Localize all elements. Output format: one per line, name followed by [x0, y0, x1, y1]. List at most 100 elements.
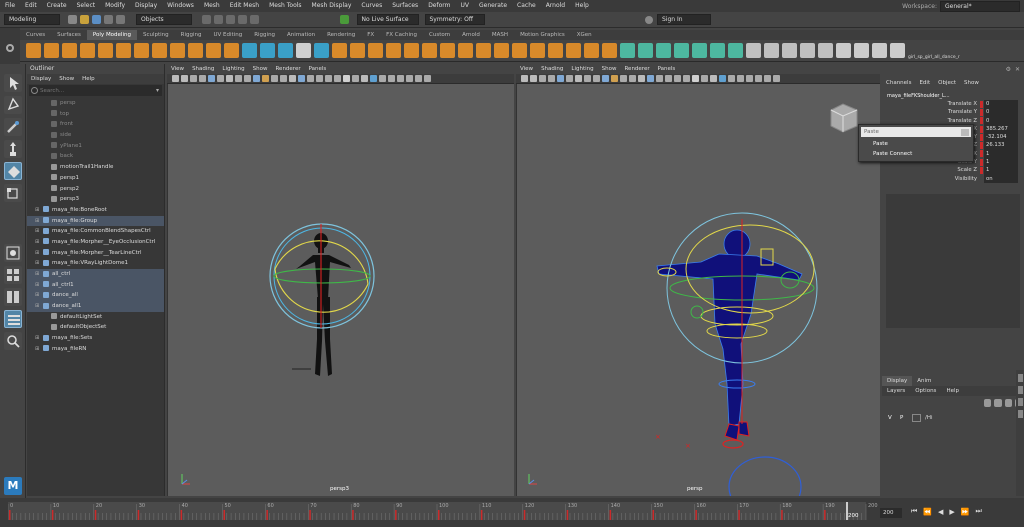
girl-1-icon[interactable] [835, 43, 851, 58]
keyframe-marker[interactable] [309, 510, 311, 520]
expand-icon[interactable]: ⊞ [35, 216, 43, 227]
expand-icon[interactable]: ⊞ [35, 290, 43, 301]
channel-attr-value[interactable]: 0 [984, 108, 1018, 117]
viewport-right-tool-icon[interactable] [575, 75, 582, 82]
viewport-left-tool-icon[interactable] [415, 75, 422, 82]
shelf-tab-fx-caching[interactable]: FX Caching [380, 30, 423, 40]
unfold-icon[interactable] [709, 43, 725, 58]
expand-icon[interactable]: ⊞ [35, 333, 43, 344]
two-view-layout-icon[interactable] [3, 288, 22, 306]
layer-name[interactable]: /Hi [925, 415, 933, 421]
outliner-item[interactable]: ⊞ maya_file:Sets [27, 333, 164, 344]
shelf-tab-sculpting[interactable]: Sculpting [137, 30, 175, 40]
girl-4-icon[interactable] [889, 43, 905, 58]
scale-tool-icon[interactable] [3, 184, 22, 202]
outliner-item[interactable]: ⊞ maya_file:CommonBlendShapesCtrl [27, 226, 164, 237]
settings-icon[interactable]: ⚙ [1006, 66, 1011, 73]
workspace-selector[interactable]: Workspace: General* [902, 0, 1020, 12]
keyframe-marker[interactable] [137, 510, 140, 520]
go-to-end-icon[interactable]: ⏭ [976, 507, 982, 516]
viewport-right-tool-icon[interactable] [593, 75, 600, 82]
viewport-right-tool-icon[interactable] [665, 75, 672, 82]
selection-mode-dropdown[interactable]: Objects [136, 14, 192, 25]
shelf-tab-fx[interactable]: FX [361, 30, 380, 40]
outliner-item[interactable]: persp1 [27, 173, 164, 184]
outliner-item[interactable]: defaultLightSet [27, 312, 164, 323]
expand-icon[interactable]: ⊞ [35, 226, 43, 237]
layer-visibility-toggle[interactable]: V [888, 415, 900, 421]
paste-field[interactable]: Paste [861, 127, 971, 137]
shelf-tab-rigging[interactable]: Rigging [248, 30, 281, 40]
viewport-right-tool-icon[interactable] [548, 75, 555, 82]
shelf-tab-uv-editing[interactable]: UV Editing [208, 30, 249, 40]
viewport-left-tool-icon[interactable] [289, 75, 296, 82]
move-tool-icon[interactable] [3, 140, 22, 158]
channel-attr-row[interactable]: Translate X 0 [882, 100, 1024, 109]
viewport-right-tool-icon[interactable] [566, 75, 573, 82]
target-weld-icon[interactable] [421, 43, 437, 58]
channel-box-menu-show[interactable]: Show [960, 78, 983, 88]
viewport-left-canvas[interactable]: persp3 [167, 84, 514, 496]
sculpt-icon[interactable] [637, 43, 653, 58]
channel-attr-name[interactable]: Visibility [882, 175, 980, 183]
viewport-right-tool-icon[interactable] [584, 75, 591, 82]
viewport-left-tool-icon[interactable] [397, 75, 404, 82]
viewport-left-menu-panels[interactable]: Panels [305, 64, 331, 74]
layer-row[interactable]: V P /Hi [882, 412, 1024, 424]
menu-create[interactable]: Create [42, 0, 72, 12]
viewport-left-tool-icon[interactable] [325, 75, 332, 82]
menu-file[interactable]: File [0, 0, 20, 12]
outliner-item[interactable]: back [27, 151, 164, 162]
menu-set-dropdown[interactable]: Modeling [4, 14, 60, 25]
viewport-right-tool-icon[interactable] [683, 75, 690, 82]
viewport-right-menu-view[interactable]: View [516, 64, 537, 74]
single-perspective-layout-icon[interactable] [3, 244, 22, 262]
disc-icon[interactable] [133, 43, 149, 58]
lasso-tool-icon[interactable] [3, 96, 22, 114]
shelf-settings[interactable] [0, 28, 20, 64]
outliner-menu-help[interactable]: Help [78, 74, 99, 84]
ruler-icon[interactable] [817, 43, 833, 58]
render-view-icon[interactable] [340, 15, 349, 24]
menu-deform[interactable]: Deform [423, 0, 455, 12]
expand-icon[interactable]: ⊞ [35, 248, 43, 259]
viewport-left-tool-icon[interactable] [181, 75, 188, 82]
channel-attr-value[interactable]: 0 [984, 116, 1018, 125]
keyframe-marker[interactable] [223, 510, 226, 520]
viewport-left-tool-icon[interactable] [352, 75, 359, 82]
close-icon[interactable]: ✕ [1015, 66, 1020, 73]
open-scene-icon[interactable] [79, 15, 89, 24]
viewport-right-tool-icon[interactable] [692, 75, 699, 82]
channel-box-menu-edit[interactable]: Edit [915, 78, 934, 88]
girl-2-icon[interactable] [853, 43, 869, 58]
viewport-left-tool-icon[interactable] [343, 75, 350, 82]
viewport-right-tool-icon[interactable] [647, 75, 654, 82]
viewport-right-tool-icon[interactable] [530, 75, 537, 82]
channel-attr-value[interactable]: 26.133 [984, 141, 1018, 150]
outliner-item[interactable]: top [27, 109, 164, 120]
viewport-left-menu-shading[interactable]: Shading [188, 64, 218, 74]
side-tab-attribute-icon[interactable] [1017, 374, 1023, 382]
viewport-left-tool-icon[interactable] [271, 75, 278, 82]
viewport-right-menu-renderer[interactable]: Renderer [620, 64, 653, 74]
separate-icon[interactable] [259, 43, 275, 58]
edge-loop-icon[interactable] [475, 43, 491, 58]
freeze-icon[interactable] [781, 43, 797, 58]
pivot-icon[interactable] [763, 43, 779, 58]
girl-3-icon[interactable] [871, 43, 887, 58]
channel-attr-value[interactable]: 1 [984, 149, 1018, 159]
viewport-left-tool-icon[interactable] [307, 75, 314, 82]
go-to-start-icon[interactable]: ⏮ [911, 507, 917, 516]
keyframe-marker[interactable] [266, 510, 268, 520]
flip-icon[interactable] [673, 43, 689, 58]
outliner-item[interactable]: ⊞ maya_file:Group [27, 215, 164, 227]
viewport-right-tool-icon[interactable] [611, 75, 618, 82]
viewport-left-tool-icon[interactable] [370, 75, 377, 82]
keyframe-marker[interactable] [9, 510, 11, 520]
channel-attr-name[interactable]: Translate X [882, 100, 980, 108]
play-backward-icon[interactable]: ◀ [938, 508, 943, 516]
viewport-right-tool-icon[interactable] [521, 75, 528, 82]
expand-icon[interactable]: ⊞ [35, 280, 43, 291]
shelf-tab-rendering[interactable]: Rendering [321, 30, 361, 40]
workspace-dropdown[interactable]: General* [940, 0, 1020, 12]
